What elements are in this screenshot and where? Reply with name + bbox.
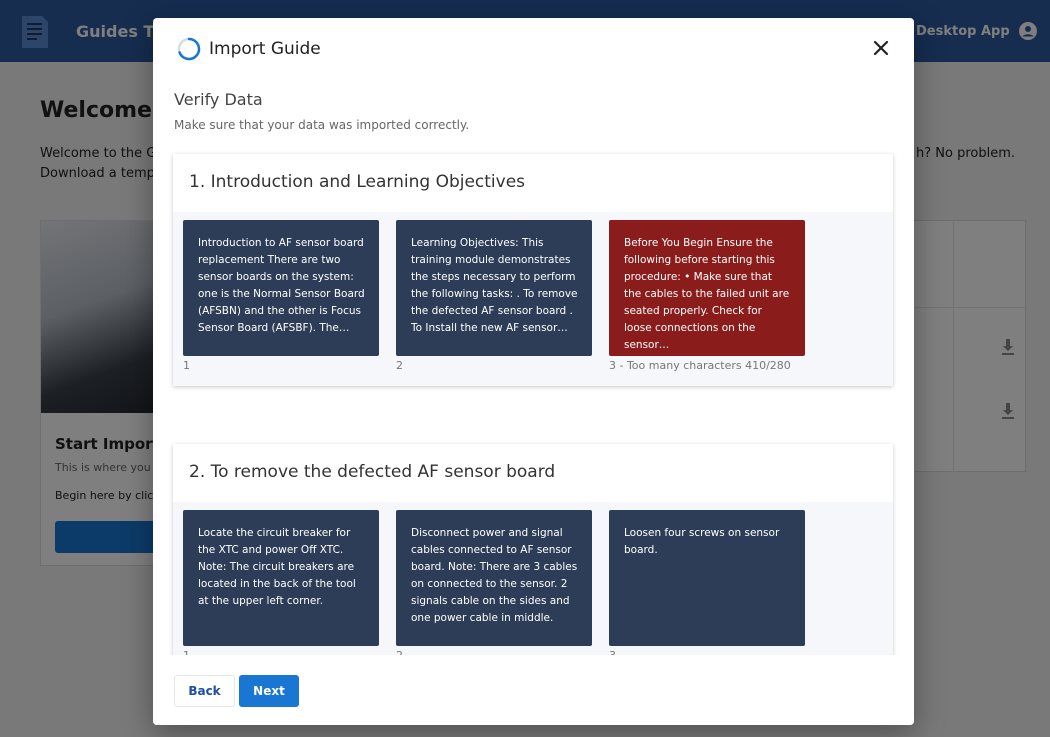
import-guide-dialog: Import Guide Verify Data Make sure that …	[153, 18, 914, 725]
section-title: 2. To remove the defected AF sensor boar…	[189, 462, 556, 482]
step-subtitle: Make sure that your data was imported co…	[174, 118, 470, 132]
section-card: 1. Introduction and Learning Objectives …	[173, 154, 893, 386]
step-card[interactable]: Locate the circuit breaker for the XTC a…	[183, 510, 379, 646]
dialog-footer: Back Next	[153, 655, 914, 725]
close-button[interactable]	[869, 36, 893, 60]
step-card-error[interactable]: Before You Begin Ensure the following be…	[609, 220, 805, 356]
section-title: 1. Introduction and Learning Objectives	[189, 172, 526, 192]
step-label: 1	[183, 359, 190, 372]
section-header: 1. Introduction and Learning Objectives	[173, 154, 893, 212]
close-icon	[873, 40, 889, 56]
step-label-error: 3 - Too many characters 410/280	[609, 359, 791, 372]
dialog-title: Import Guide	[209, 39, 321, 59]
section-header: 2. To remove the defected AF sensor boar…	[173, 444, 893, 502]
step-card[interactable]: Learning Objectives: This training modul…	[396, 220, 592, 356]
step-card[interactable]: Loosen four screws on sensor board.	[609, 510, 805, 646]
step-label: 2	[396, 359, 403, 372]
step-card[interactable]: Disconnect power and signal cables conne…	[396, 510, 592, 646]
step-title: Verify Data	[174, 90, 263, 109]
section-card: 2. To remove the defected AF sensor boar…	[173, 444, 893, 655]
spinner-icon	[177, 37, 201, 61]
step-card[interactable]: Introduction to AF sensor board replacem…	[183, 220, 379, 356]
next-button[interactable]: Next	[239, 675, 299, 707]
sections-scroll-area[interactable]: 1. Introduction and Learning Objectives …	[153, 150, 914, 655]
back-button[interactable]: Back	[174, 675, 235, 707]
